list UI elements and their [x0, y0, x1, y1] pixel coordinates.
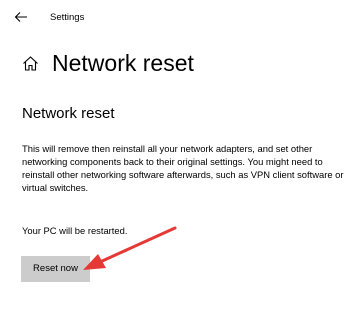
- home-icon[interactable]: [22, 55, 39, 72]
- window-title: Settings: [50, 12, 85, 23]
- restart-note: Your PC will be restarted.: [22, 225, 128, 236]
- section-description: This will remove then reinstall all your…: [22, 143, 344, 193]
- section-title: Network reset: [22, 105, 115, 122]
- back-button[interactable]: [13, 9, 29, 25]
- arrow-left-icon: [14, 12, 27, 22]
- title-bar: Settings: [0, 0, 360, 34]
- reset-now-button[interactable]: Reset now: [21, 256, 90, 282]
- page-title: Network reset: [52, 50, 194, 76]
